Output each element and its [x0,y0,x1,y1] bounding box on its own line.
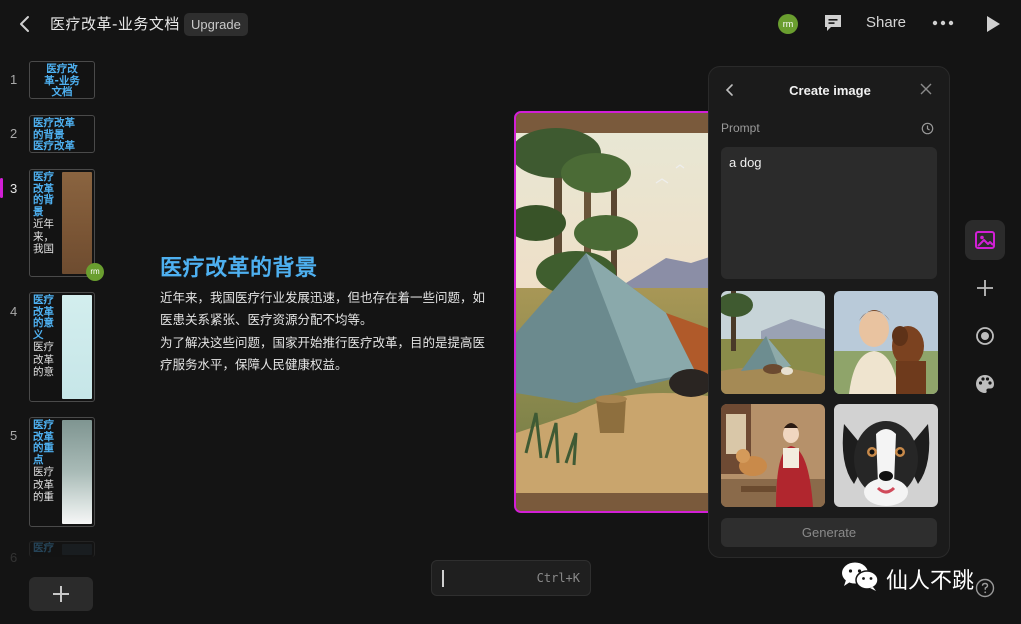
slide-thumbnail-1[interactable]: 医疗改 革-业务 文档 [29,61,95,99]
image-tool-button[interactable] [965,220,1005,260]
slide-thumbnail-2[interactable]: 医疗改革 的背景 医疗改革 [29,115,95,153]
thumb-title-line: 文档 [51,86,73,98]
user-avatar[interactable]: rm [778,14,798,34]
slide-number: 1 [10,72,18,87]
thumb-image [62,544,92,555]
woman-with-dog-image [834,291,938,394]
plus-icon [977,280,993,296]
create-image-panel: Create image Prompt a dog Generate [708,66,950,558]
record-button[interactable] [965,316,1005,356]
top-bar: 医疗改革-业务文档 Upgrade rm Share [0,0,1021,50]
shortcut-hint: Ctrl+K [536,571,580,585]
add-slide-button[interactable] [29,577,93,611]
document-title[interactable]: 医疗改革-业务文档 [50,13,180,34]
slide-thumbnail-6[interactable]: 医疗 [29,541,95,557]
back-arrow-icon[interactable] [14,12,36,36]
slide-heading[interactable]: 医疗改革的背景 [160,250,318,282]
slide-number: 3 [10,181,18,196]
thumb-image [62,295,92,399]
generated-image-4[interactable] [834,404,938,507]
text-caret [442,570,444,587]
history-clock-icon[interactable] [921,122,934,135]
generated-image-2[interactable] [834,291,938,394]
thumb-image [62,172,92,274]
active-slide-marker [0,178,3,198]
slide-number: 6 [10,550,18,565]
add-element-button[interactable] [965,268,1005,308]
upgrade-button[interactable]: Upgrade [184,13,248,36]
collaborator-avatar: rm [86,263,104,281]
help-icon[interactable] [975,578,995,598]
slide-thumbnail-5[interactable]: 医疗 改革 的重 点 医疗 改革 的重 [29,417,95,527]
dog-portrait-image [834,404,938,507]
image-icon [975,231,995,249]
comment-icon[interactable] [822,12,844,34]
palette-icon [976,375,994,393]
panel-title: Create image [789,83,871,98]
slide-image-tent-scene[interactable] [514,111,720,513]
slide-number: 2 [10,126,18,141]
thumb-image [62,420,92,524]
close-icon[interactable] [919,82,933,96]
slide-number: 4 [10,304,18,319]
thumb-title-line: 医疗改革 [33,140,75,152]
thumb-title-line: 医疗改 [46,63,78,75]
command-input[interactable]: Ctrl+K [431,560,591,596]
generate-button[interactable]: Generate [721,518,937,547]
generated-image-3[interactable] [721,404,825,507]
wechat-logo-icon [842,562,879,591]
slide-thumbnail-3[interactable]: 医疗 改革 的背 景 近年 来， 我国 [29,169,95,277]
theme-button[interactable] [965,364,1005,404]
tent-painting-image [516,113,718,511]
thumb-title-line: 医疗改革 [33,117,75,129]
share-button[interactable]: Share [866,14,906,31]
slide-paragraph[interactable]: 近年来，我国医疗行业发展迅速，但也存在着一些问题，如医患关系紧张、医疗资源分配不… [160,287,490,331]
slide-thumbnail-4[interactable]: 医疗 改革 的意 义 医疗 改革 的意 [29,292,95,402]
record-icon [976,327,994,345]
prompt-label: Prompt [721,121,760,135]
dog-by-tent-image [721,291,825,394]
slide-paragraph[interactable]: 为了解决这些问题，国家开始推行医疗改革，目的是提高医疗服务水平，保障人民健康权益… [160,332,490,376]
generated-image-1[interactable] [721,291,825,394]
more-options-icon[interactable] [932,16,954,30]
prompt-input[interactable]: a dog [721,147,937,279]
woman-feeding-dog-image [721,404,825,507]
play-presentation-icon[interactable] [984,14,1002,34]
watermark-text: 仙人不跳 [886,569,975,594]
slide-number: 5 [10,428,18,443]
